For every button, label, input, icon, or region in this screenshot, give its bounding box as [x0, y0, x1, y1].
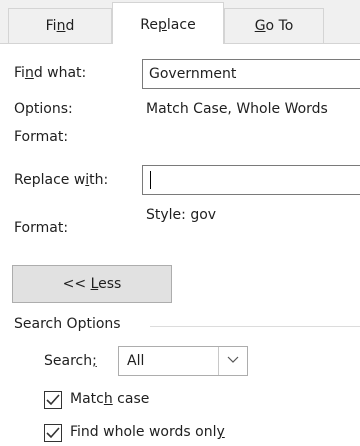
checkmark-icon: [46, 427, 60, 439]
tab-strip: Find Replace Go To: [0, 0, 360, 44]
replace-with-label: Replace with:: [14, 172, 108, 188]
replace-with-input[interactable]: [142, 165, 360, 195]
find-what-input[interactable]: Government: [142, 59, 360, 89]
search-direction-value: All: [127, 353, 145, 369]
match-case-label-b: case: [112, 391, 150, 407]
find-what-value: Government: [149, 66, 237, 82]
options-value: Match Case, Whole Words: [146, 101, 328, 117]
match-case-label: Match case: [70, 391, 149, 407]
tab-find-label-b: d: [65, 18, 75, 34]
tab-replace-label-b: lace: [166, 17, 196, 33]
search-direction-label: Search;: [44, 353, 97, 369]
find-what-label-b: d what:: [33, 65, 87, 81]
tab-goto[interactable]: Go To: [224, 8, 324, 44]
replace-with-label-a: Replace w: [14, 172, 86, 188]
less-button-label-a: <<: [62, 276, 91, 292]
less-button-label-b: ess: [98, 276, 122, 292]
match-case-accesskey: h: [103, 391, 113, 407]
search-direction-accesskey: ;: [92, 353, 97, 369]
whole-words-accesskey: y: [216, 424, 225, 440]
tab-goto-accesskey: G: [254, 18, 266, 34]
tab-replace-label-a: Re: [140, 17, 159, 33]
search-direction-select[interactable]: All: [118, 346, 248, 376]
tab-goto-label-b: o To: [265, 18, 294, 34]
find-format-label: Format:: [14, 129, 69, 145]
checkmark-icon: [46, 394, 60, 406]
search-direction-label-text: Search: [44, 353, 93, 369]
whole-words-label-a: Find whole words onl: [70, 424, 217, 440]
tab-replace[interactable]: Replace: [112, 2, 224, 44]
less-button[interactable]: << Less: [12, 265, 172, 303]
replace-format-value: Style: gov: [146, 207, 217, 223]
find-what-label: Find what:: [14, 65, 86, 81]
find-what-label-a: Fi: [14, 65, 25, 81]
tab-find[interactable]: Find: [8, 8, 112, 44]
find-what-accesskey: n: [24, 65, 34, 81]
replace-format-label: Format:: [14, 220, 69, 236]
text-caret: [150, 171, 151, 189]
chevron-down-icon[interactable]: [218, 347, 247, 375]
search-options-title: Search Options: [14, 316, 121, 332]
whole-words-checkbox[interactable]: [44, 424, 62, 442]
tab-find-label-a: Fi: [45, 18, 57, 34]
search-options-divider: [150, 326, 360, 327]
tab-replace-accesskey: p: [158, 17, 167, 33]
options-label: Options:: [14, 101, 73, 117]
find-replace-dialog: Find Replace Go To Find what: Government…: [0, 0, 360, 446]
match-case-checkbox[interactable]: [44, 391, 62, 409]
replace-with-label-b: th:: [89, 172, 109, 188]
less-button-accesskey: L: [90, 276, 99, 292]
match-case-label-a: Matc: [70, 391, 104, 407]
whole-words-label: Find whole words only: [70, 424, 225, 440]
